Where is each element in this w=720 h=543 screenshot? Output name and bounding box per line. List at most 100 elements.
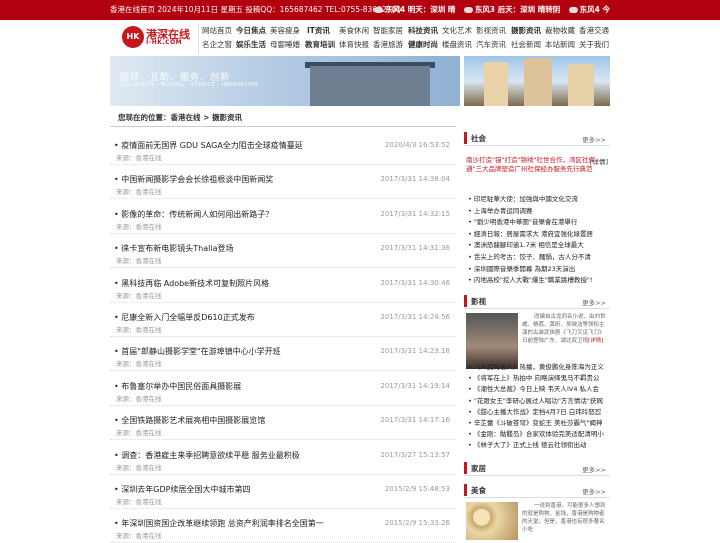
section-header: 家居 更多>> [464,460,610,476]
news-title[interactable]: • 首届"郎静山摄影学堂"在游埠镇中心小学开班 [114,346,281,357]
news-date: 2017/3/31 14:32:15 [380,209,450,218]
nav-site-news[interactable]: 本站新闻 [545,37,575,53]
food-description: 一说到香港，可能很多人想到的就是购物、金钱，香港是购物者的天堂。但是，香港也有很… [522,503,606,533]
news-date: 2015/2/9 15:33:26 [384,519,450,528]
more-link[interactable]: 更多>> [582,486,606,496]
section-title: 家居 [471,464,486,473]
logo-domain: I-HK.COM [146,39,183,46]
nav-society[interactable]: 社会新闻 [511,37,541,53]
society-news-item[interactable]: • 上海举办青运同调赛 [468,205,532,215]
divider [110,508,456,509]
news-date: 2017/3/31 14:19:14 [380,381,450,390]
society-news-item[interactable]: • 印尼駐華大使：加強與中國文化交流 [468,193,578,203]
accent-bar [464,462,467,474]
cloud-icon [373,7,383,13]
divider [110,198,456,200]
nav-auto[interactable]: 汽车资讯 [476,37,506,53]
news-title[interactable]: • 调查：香港雇主来季招聘意欲续平稳 服务业最积极 [114,450,300,461]
section-title: 社会 [471,134,486,143]
featured-story[interactable]: 南沙打造"锚"打造"锦绣"社世合作，湾区社保通"三大品牌塑造广州社保经办服务先行… [466,156,610,186]
nav-sports[interactable]: 体育快报 [339,37,369,53]
divider [110,267,456,269]
news-title[interactable]: • 年深圳国资国企改革继续领跑 总资产利润率排名全国第一 [114,518,324,529]
section-title: 美食 [471,486,486,495]
news-title[interactable]: • 疫情面前无国界 GDU SAGA全力阻击全球疫情蔓延 [114,140,303,151]
banner-tower [524,58,552,106]
logo-icon: HK [122,26,144,48]
accent-bar [464,132,467,144]
section-header: 影视 更多>> [464,293,610,309]
top-bar: 香港在线首页 2024年10月11日 星期五 投稿QQ：165687462 TE… [0,0,720,20]
banner-building [310,66,430,106]
news-title[interactable]: • 布鲁塞尔举办中国民俗面具摄影展 [114,381,241,392]
news-date: 2017/3/31 14:23:18 [380,347,450,356]
section-header: 美食 更多>> [464,482,610,498]
news-title[interactable]: • 尼康全新入门全幅单反D610正式发布 [114,312,255,323]
movie-news-item[interactable]: • 《人民的名义》热播，黄俊鹏化身陈海为正义 [468,361,610,371]
news-source: 来源：香港在线 [116,291,162,300]
movie-news-item[interactable]: • 《金刚：骷髅岛》合家欢体验完美适配清明小 [468,428,610,438]
weather-day3: 东风4 今 [568,5,610,14]
accent-bar [464,295,467,307]
movie-news-item[interactable]: • "花蹬女王"李研心展过人唱功"方言情话"获网 [468,395,610,405]
weather-day2: 东风3 后天：深圳 晴转阴 [463,5,560,14]
nav-property[interactable]: 楼盘资讯 [442,37,472,53]
news-date: 2017/3/31 14:30:46 [380,278,450,287]
divider [110,301,456,303]
weather-bar: 东风4 明天：深圳 晴 东风3 后天：深圳 晴转阴 东风4 今 [368,0,610,20]
top-bar-info: 香港在线首页 2024年10月11日 星期五 投稿QQ：165687462 TE… [110,5,401,14]
news-source: 来源：香港在线 [116,360,162,369]
more-link[interactable]: 更多>> [582,464,606,474]
movie-news-item[interactable]: • 《将军在上》热拍中 向略演绎鬼马不羁贵公 [468,372,610,382]
nav-baby[interactable]: 母婴睡婚 [270,37,300,53]
weather-day1: 东风4 明天：深圳 晴 [373,5,455,14]
movie-description: 改编自古龙同名小说，由刘世威、杨荔、黄昕、吴映洁等领衔主演的古装武侠剧《飞刀又见… [522,314,606,344]
divider [110,404,456,406]
society-news-item[interactable]: • 深圳國際音樂季開幕 為期23天演出 [468,263,575,273]
news-title[interactable]: • 徕卡宣布新电影镜头Thalia登场 [114,243,233,254]
banner-main[interactable]: 团结、互助、服务、创新 SOLIDARITY · MUTUAL · SERVIC… [110,56,460,106]
news-date: 2017/3/27 15:13:57 [380,450,450,459]
news-title[interactable]: • 黑科技再临 Adobe新技术可复制照片风格 [114,278,269,289]
nav-travel[interactable]: 香港旅游 [373,37,403,53]
society-news-item[interactable]: • 經濟日報：居屋需求大 港府宜強化綠置居 [468,228,593,238]
more-link[interactable]: 更多>> [582,134,606,144]
society-news-item[interactable]: • 舌尖上的考古：饺子、麵鍋，古人分不清 [468,251,591,261]
nav-divider [198,24,199,54]
nav-health[interactable]: 健康时尚 [408,37,438,53]
nav-companies[interactable]: 名企之窗 [202,37,232,53]
more-link[interactable]: 更多>> [582,297,606,307]
nav-education[interactable]: 教育培训 [305,37,335,53]
news-title[interactable]: • 深圳去年GDP续居全国大中城市第四 [114,484,250,495]
news-source: 来源：香港在线 [116,498,162,506]
movie-news-item[interactable]: • 辛芷蕾《斗破苍穹》变蛇王 美杜莎霸气"蝎神 [468,417,610,427]
movie-news-item[interactable]: • 《甜心主播大作战》定档4月7日 白玮玲怒怼 [468,406,610,416]
news-date: 2020/4/3 16:53:52 [384,141,450,149]
movie-news-item[interactable]: • 《林子大了》正式上线 德云社领衔出动 [468,439,610,449]
society-news-item[interactable]: • 澳洲恐龍腳印逾1.7米 相信是全球最大 [468,239,584,249]
divider [110,164,456,165]
news-date: 2015/2/9 15:48:53 [384,485,450,493]
nav-entertainment[interactable]: 娱乐生活 [236,37,266,53]
cloud-icon [568,7,578,13]
featured-title[interactable]: 南沙打造"锚"打造"锦绣"社世合作，湾区社保通"三大品牌塑造广州社保经办服务先行… [466,156,596,174]
news-date: 2017/3/31 14:24:56 [380,313,450,321]
detail-link[interactable]: [详情] [588,338,603,344]
divider [110,232,456,234]
movie-news-item[interactable]: • 《潮性大总裁》今日上映 韦天人IV4 私人会 [468,383,610,393]
cloud-icon [463,7,473,13]
news-title[interactable]: • 影像的革命：传统新闻人如何闯出新路子？ [114,209,273,220]
site-logo[interactable]: HK 港深在线 I-HK.COM [122,26,190,50]
divider [110,336,456,337]
divider [110,126,456,127]
news-title[interactable]: • 全国铁路摄影艺术展亮相中国摄影展览馆 [114,415,265,426]
society-news-item[interactable]: • "劉少明香港中華圍"音樂會在港舉行 [468,216,577,226]
news-title[interactable]: • 中国新闻摄影学会会长徐祖根谈中国新闻奖 [114,174,273,185]
divider [110,439,456,441]
banner-side[interactable] [464,56,610,106]
society-news-item[interactable]: • 内地高校"挖人大戰"爆生"職業跳槽教授"! [468,274,592,284]
nav-about[interactable]: 关于我们 [579,37,609,53]
food-thumbnail[interactable] [466,502,518,540]
detail-link[interactable]: [详情] [590,156,608,166]
banner-tower [568,64,594,106]
